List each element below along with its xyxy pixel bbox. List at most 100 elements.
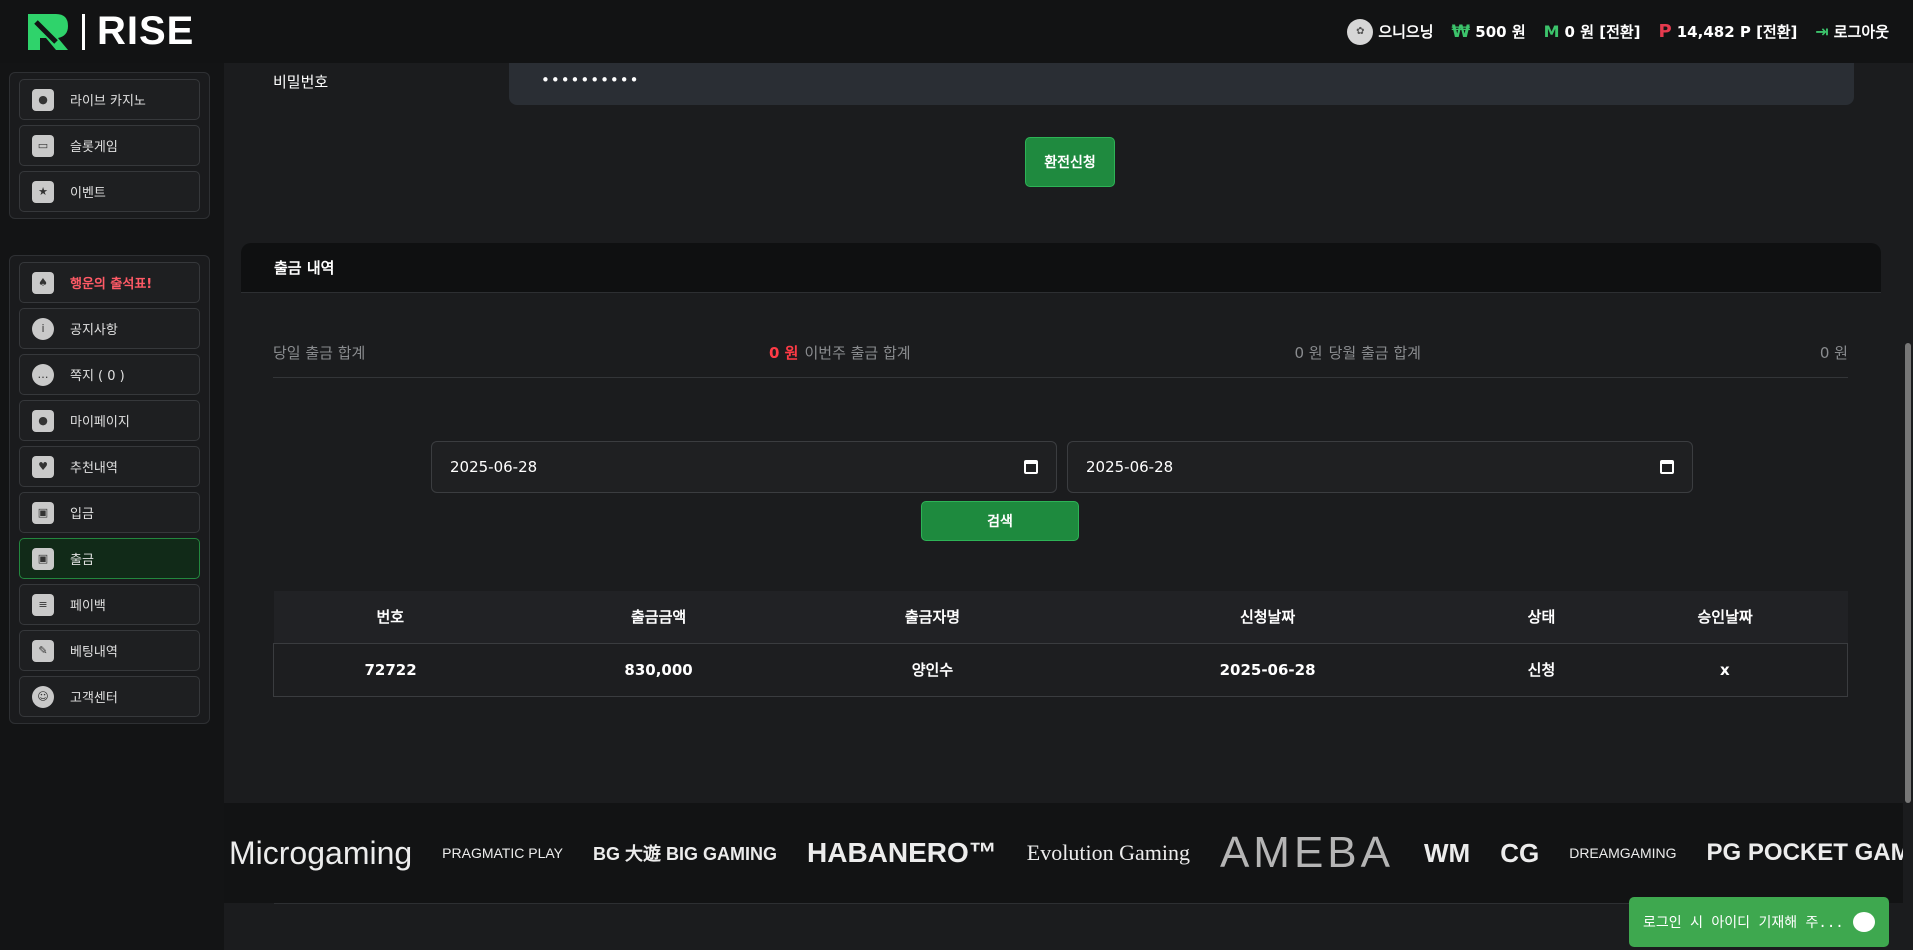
password-input[interactable]: •••••••••• xyxy=(509,63,1854,105)
col-number: 번호 xyxy=(273,591,508,643)
point-balance-value[interactable]: 14,482 P [전환] xyxy=(1677,21,1798,42)
chat-widget[interactable]: 로그인 시 아이디 기재해 주... xyxy=(1629,897,1889,947)
bet-list-icon: ✎ xyxy=(32,639,54,662)
sidebar-item-label: 슬롯게임 xyxy=(70,140,118,155)
calendar-card-icon: ♠ xyxy=(32,271,54,294)
casino-chips-icon: ● xyxy=(32,88,54,111)
account-summary: ✿ 으니으닝 ₩ 500 원 M 0 원 [전환] P 14,482 P [전환… xyxy=(1347,18,1889,45)
logout-button[interactable]: ⇥ 로그아웃 xyxy=(1815,21,1889,42)
user-avatar-icon: ✿ xyxy=(1347,18,1374,45)
provider-logo: CG xyxy=(1500,837,1540,868)
sidebar-item-withdraw[interactable]: ▣ 출금 xyxy=(19,538,200,579)
provider-logos: Microgaming PRAGMATIC PLAY BG 大遊 BIG GAM… xyxy=(224,803,1903,903)
user-info[interactable]: ✿ 으니으닝 xyxy=(1347,18,1434,45)
sidebar-item-label: 출금 xyxy=(70,553,94,568)
sidebar-item-mypage[interactable]: ● 마이페이지 xyxy=(19,400,200,441)
date-from-value: 2025-06-28 xyxy=(450,458,538,476)
coins-icon: ≡ xyxy=(32,593,54,616)
sidebar-item-label: 이벤트 xyxy=(70,186,106,201)
calendar-icon[interactable] xyxy=(1024,460,1038,474)
support-icon: ☺ xyxy=(32,685,54,708)
col-name: 출금자명 xyxy=(810,591,1055,643)
sidebar-item-label: 입금 xyxy=(70,507,94,522)
cell-status: 신청 xyxy=(1480,642,1603,697)
brand-name: RISE xyxy=(97,9,195,53)
sidebar-item-live-casino[interactable]: ● 라이브 카지노 xyxy=(19,79,200,120)
week-total-label: 이번주 출금 합계 xyxy=(804,344,911,362)
provider-logo: PRAGMATIC PLAY xyxy=(442,845,564,861)
search-button[interactable]: 검색 xyxy=(921,501,1079,541)
chat-bubble-icon xyxy=(1853,912,1875,932)
slot-machine-icon: ▭ xyxy=(32,134,54,157)
sidebar-item-label: 페이백 xyxy=(70,599,106,614)
chat-text: 로그인 시 아이디 기재해 주... xyxy=(1643,915,1844,931)
top-bar: RISE ✿ 으니으닝 ₩ 500 원 M 0 원 [전환] P 14,482 … xyxy=(0,0,1913,63)
col-request-date: 신청날짜 xyxy=(1054,591,1481,643)
info-icon: i xyxy=(32,317,54,340)
username: 으니으닝 xyxy=(1378,23,1434,41)
scrollbar-thumb[interactable] xyxy=(1905,343,1911,803)
provider-logo: Microgaming xyxy=(229,834,413,871)
sidebar-item-label: 베팅내역 xyxy=(70,645,118,660)
user-icon: ● xyxy=(32,409,54,432)
exchange-request-button[interactable]: 환전신청 xyxy=(1025,137,1115,187)
rise-logo-icon xyxy=(28,13,68,50)
date-from-input[interactable]: 2025-06-28 xyxy=(431,441,1057,493)
calendar-icon[interactable] xyxy=(1660,460,1674,474)
page-scrollbar[interactable] xyxy=(1903,63,1913,950)
withdraw-table: 번호 출금금액 출금자명 신청날짜 상태 승인날짜 72722 830,000 … xyxy=(273,591,1848,697)
p-icon: P xyxy=(1658,21,1672,42)
provider-logo: BG 大遊 BIG GAMING xyxy=(593,844,778,864)
provider-logo: Evolution Gaming xyxy=(1026,840,1190,865)
sidebar-item-slot[interactable]: ▭ 슬롯게임 xyxy=(19,125,200,166)
sidebar-games-group: ● 라이브 카지노 ▭ 슬롯게임 ★ 이벤트 xyxy=(9,72,210,219)
sidebar-item-referral[interactable]: ♥ 추천내역 xyxy=(19,446,200,487)
wallet-out-icon: ▣ xyxy=(32,547,54,570)
m-balance-value[interactable]: 0 원 [전환] xyxy=(1565,21,1641,42)
sidebar-item-bet-history[interactable]: ✎ 베팅내역 xyxy=(19,630,200,671)
logout-label: 로그아웃 xyxy=(1833,23,1889,41)
star-badge-icon: ★ xyxy=(32,180,54,203)
provider-logo: HABANERO™ xyxy=(807,837,997,868)
brand-logo[interactable]: RISE xyxy=(26,9,194,54)
m-icon: M xyxy=(1543,22,1560,41)
message-icon: … xyxy=(32,363,54,386)
sidebar: ● 라이브 카지노 ▭ 슬롯게임 ★ 이벤트 ♠ 행운의 출석표! i 공지사항… xyxy=(0,63,224,950)
provider-logo: WM xyxy=(1424,837,1471,868)
cell-number: 72722 xyxy=(273,642,508,697)
provider-logo: AMEBA xyxy=(1219,828,1394,877)
heart-icon: ♥ xyxy=(32,455,54,478)
cell-amount: 830,000 xyxy=(507,642,811,697)
sidebar-item-deposit[interactable]: ▣ 입금 xyxy=(19,492,200,533)
sidebar-item-attendance[interactable]: ♠ 행운의 출석표! xyxy=(19,262,200,303)
point-balance[interactable]: P 14,482 P [전환] xyxy=(1659,21,1798,42)
date-to-input[interactable]: 2025-06-28 xyxy=(1067,441,1693,493)
cell-name: 양인수 xyxy=(810,642,1055,697)
sidebar-item-label: 라이브 카지노 xyxy=(70,94,146,109)
month-total-label: 당월 출금 합계 xyxy=(1328,344,1421,362)
won-icon: ₩ xyxy=(1451,21,1471,42)
cell-request-date: 2025-06-28 xyxy=(1054,642,1481,697)
cell-approve-date: x xyxy=(1602,642,1848,697)
password-label: 비밀번호 xyxy=(273,73,329,91)
sidebar-menu-group: ♠ 행운의 출석표! i 공지사항 … 쪽지 ( 0 ) ● 마이페이지 ♥ 추… xyxy=(9,255,210,724)
sidebar-item-payback[interactable]: ≡ 페이백 xyxy=(19,584,200,625)
sidebar-item-label: 행운의 출석표! xyxy=(70,277,153,292)
main-content: 비밀번호 •••••••••• 환전신청 출금 내역 당일 출금 합계 0 원 … xyxy=(224,63,1903,803)
sidebar-item-event[interactable]: ★ 이벤트 xyxy=(19,171,200,212)
sidebar-item-messages[interactable]: … 쪽지 ( 0 ) xyxy=(19,354,200,395)
m-balance[interactable]: M 0 원 [전환] xyxy=(1544,21,1641,42)
sidebar-item-label: 추천내역 xyxy=(70,461,118,476)
sidebar-item-support[interactable]: ☺ 고객센터 xyxy=(19,676,200,717)
sidebar-item-notice[interactable]: i 공지사항 xyxy=(19,308,200,349)
sidebar-item-label: 쪽지 ( 0 ) xyxy=(70,369,125,384)
wallet-in-icon: ▣ xyxy=(32,501,54,524)
cash-balance-value: 500 원 xyxy=(1475,23,1526,41)
cash-balance: ₩ 500 원 xyxy=(1452,21,1526,42)
table-header-row: 번호 출금금액 출금자명 신청날짜 상태 승인날짜 xyxy=(273,591,1848,643)
section-title: 출금 내역 xyxy=(241,243,1881,293)
col-amount: 출금금액 xyxy=(507,591,811,643)
provider-logo: DREAMGAMING xyxy=(1569,845,1677,861)
withdraw-summary: 당일 출금 합계 0 원 이번주 출금 합계 0 원 당월 출금 합계 0 원 xyxy=(273,338,1848,378)
week-total-value: 0 원 xyxy=(1294,344,1323,362)
